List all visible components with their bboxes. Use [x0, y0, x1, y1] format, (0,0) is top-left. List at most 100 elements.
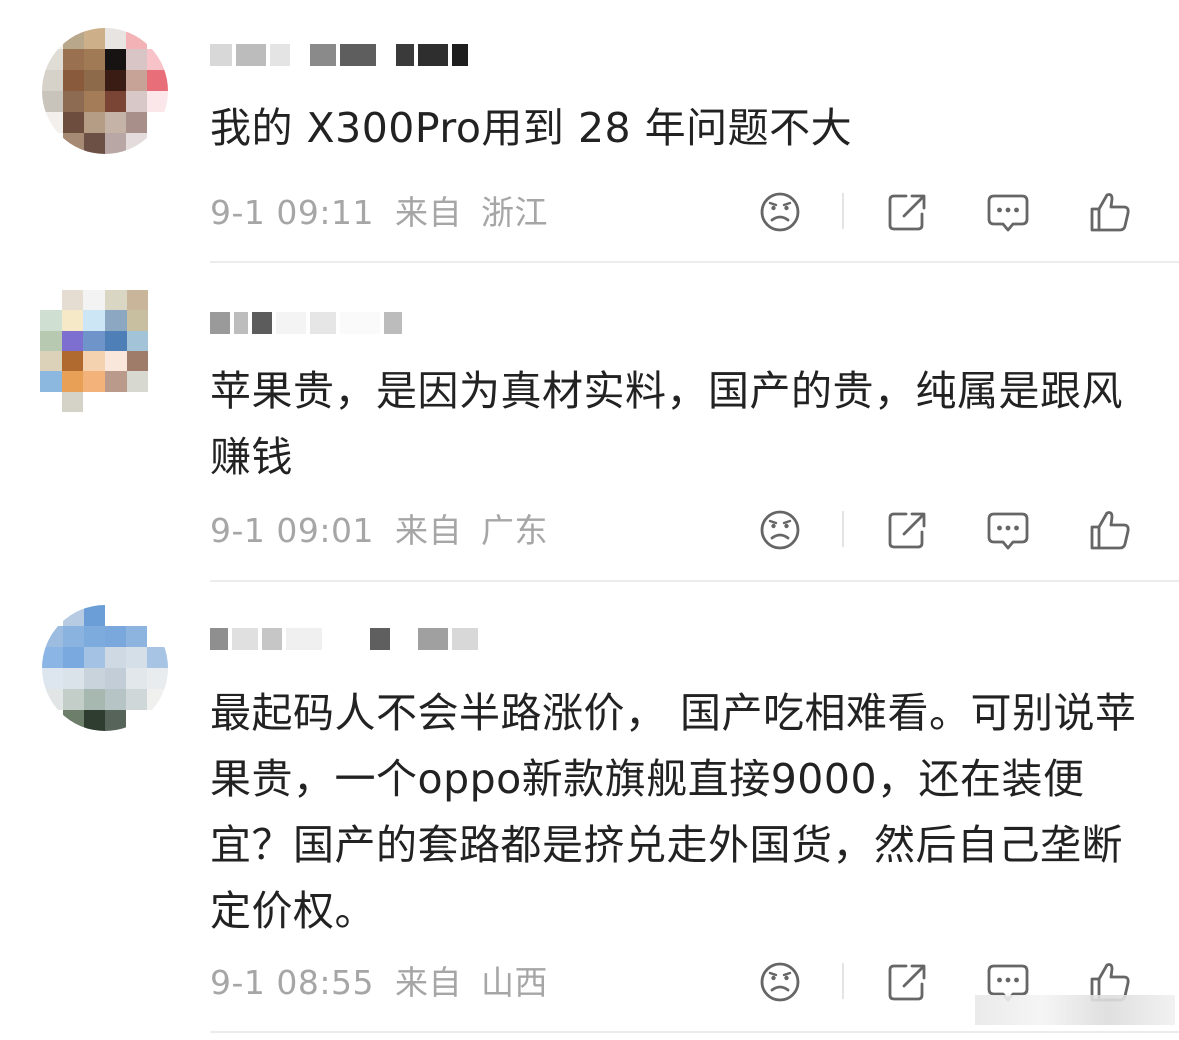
thumbs-up-icon	[1090, 193, 1130, 232]
avatar-pixel	[126, 112, 147, 133]
avatar-pixel	[104, 351, 127, 372]
avatar-pixel	[147, 689, 168, 710]
avatar-pixel	[63, 689, 84, 710]
avatar-pixel	[126, 70, 147, 91]
avatar-pixel	[126, 49, 147, 70]
comment-text: 苹果贵，是因为真材实料，国产的贵，纯属是跟风赚钱	[210, 367, 1123, 481]
avatar-pixel	[105, 647, 126, 668]
avatar-pixel	[104, 371, 127, 392]
avatar-pixel	[126, 28, 147, 49]
share-button[interactable]	[882, 957, 932, 1007]
avatar-pixel	[84, 605, 105, 626]
avatar-pixel	[147, 710, 168, 731]
avatar-pixel	[104, 290, 127, 311]
username-blurred[interactable]	[210, 622, 510, 656]
avatar-pixel	[105, 133, 126, 154]
username-blurred[interactable]	[210, 38, 510, 72]
avatar[interactable]	[40, 290, 170, 412]
action-separator	[842, 193, 844, 229]
avatar-pixel	[147, 626, 168, 647]
like-button[interactable]	[1085, 187, 1135, 237]
avatar-pixel	[105, 28, 126, 49]
avatar-pixel	[63, 605, 84, 626]
avatar-pixel	[61, 371, 84, 392]
comment-location: 广东	[481, 511, 548, 550]
avatar-pixel	[147, 28, 168, 49]
action-separator	[842, 963, 844, 999]
avatar-pixel	[42, 668, 63, 689]
avatar-pixel	[105, 49, 126, 70]
reply-button[interactable]	[983, 505, 1033, 555]
avatar-pixel	[126, 371, 149, 392]
avatar-pixel	[61, 351, 84, 372]
sad-face-icon	[760, 510, 800, 550]
avatar-pixel	[126, 133, 147, 154]
avatar-pixel	[84, 647, 105, 668]
like-button[interactable]	[1085, 505, 1135, 555]
avatar-pixel	[40, 371, 62, 392]
comment-text: 最起码人不会半路涨价， 国产吃相难看。可别说苹果贵，一个oppo新款旗舰直接90…	[210, 689, 1137, 935]
comment-text: 我的 X300Pro用到 28 年问题不大	[210, 104, 853, 152]
divider	[210, 1031, 1179, 1033]
dislike-button[interactable]	[755, 187, 805, 237]
avatar-pixel	[42, 112, 63, 133]
avatar-pixel	[40, 310, 62, 331]
avatar-pixel	[42, 647, 63, 668]
username-blurred[interactable]	[210, 306, 510, 340]
comment-meta: 9-1 08:55 来自 山西	[210, 963, 548, 1003]
avatar-pixel	[105, 91, 126, 112]
avatar-pixel	[105, 626, 126, 647]
avatar-pixel	[105, 710, 126, 731]
comment-date: 9-1 08:55	[210, 963, 374, 1002]
avatar-pixel	[84, 689, 105, 710]
avatar-pixel	[126, 330, 149, 351]
avatar-pixel	[105, 689, 126, 710]
avatar-pixel	[84, 70, 105, 91]
avatar-pixel	[126, 391, 149, 412]
avatar-pixel	[126, 668, 147, 689]
avatar-pixel	[40, 391, 62, 412]
dislike-button[interactable]	[755, 957, 805, 1007]
avatar-pixel	[42, 689, 63, 710]
avatar-pixel	[105, 605, 126, 626]
reply-button[interactable]	[983, 187, 1033, 237]
avatar-pixel	[147, 668, 168, 689]
avatar-pixel	[42, 49, 63, 70]
avatar-pixel	[104, 310, 127, 331]
avatar[interactable]	[42, 28, 168, 154]
avatar-pixel	[83, 310, 105, 331]
avatar-pixel	[83, 391, 105, 412]
avatar-pixel	[147, 133, 168, 154]
avatar-pixel	[63, 133, 84, 154]
avatar-pixel	[42, 605, 63, 626]
dislike-button[interactable]	[755, 505, 805, 555]
share-button[interactable]	[882, 505, 932, 555]
avatar-pixel	[84, 49, 105, 70]
avatar-pixel	[42, 133, 63, 154]
avatar-pixel	[126, 351, 149, 372]
sad-face-icon	[760, 962, 800, 1002]
comment-date: 9-1 09:11	[210, 193, 374, 232]
avatar-pixel	[42, 626, 63, 647]
avatar-pixel	[126, 689, 147, 710]
avatar-pixel	[63, 112, 84, 133]
avatar-pixel	[148, 351, 170, 372]
avatar-pixel	[61, 310, 84, 331]
avatar-pixel	[63, 626, 84, 647]
avatar-pixel	[126, 91, 147, 112]
comment-actions	[755, 187, 1155, 237]
action-separator	[842, 511, 844, 547]
thumbs-up-icon	[1090, 511, 1130, 550]
share-button[interactable]	[882, 187, 932, 237]
avatar-pixel	[84, 710, 105, 731]
avatar-pixel	[83, 290, 105, 311]
avatar-pixel	[126, 605, 147, 626]
avatar-pixel	[126, 626, 147, 647]
avatar-pixel	[126, 710, 147, 731]
avatar-pixel	[63, 49, 84, 70]
avatar-pixel	[148, 290, 170, 311]
avatar-pixel	[84, 112, 105, 133]
avatar[interactable]	[42, 605, 168, 731]
avatar-pixel	[61, 290, 84, 311]
avatar-pixel	[63, 91, 84, 112]
